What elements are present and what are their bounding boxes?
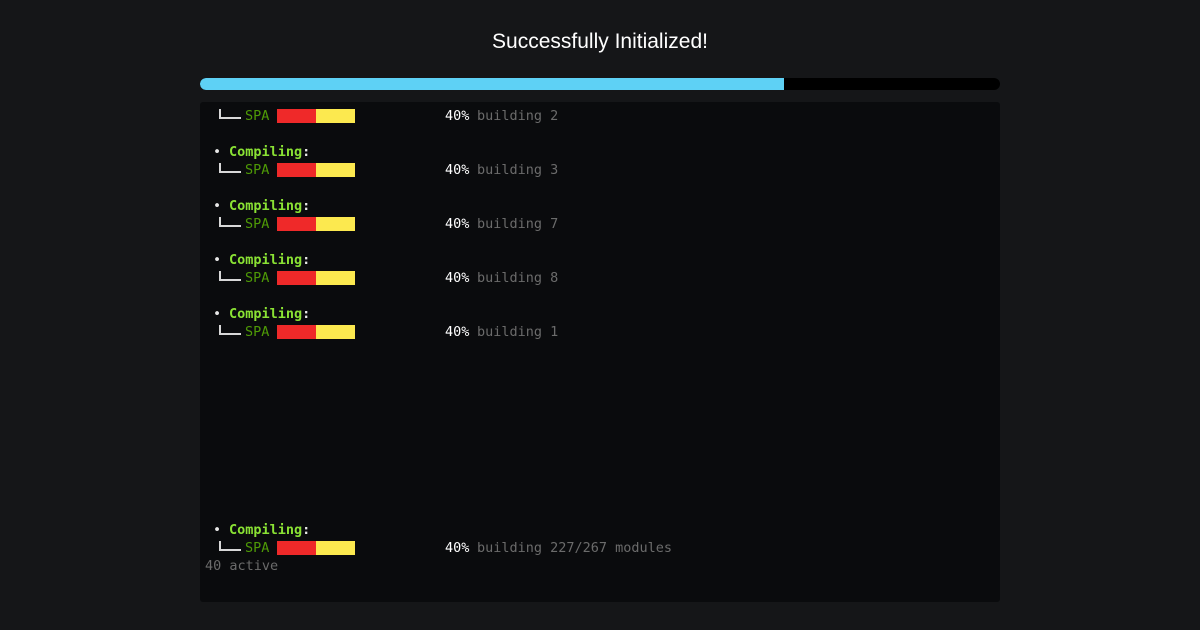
active-count: 40 active — [205, 558, 279, 574]
terminal-output[interactable]: 40 active SPA 40% building 2 • Compiling: SPA… — [200, 102, 1000, 602]
entry-progress-fill — [277, 541, 316, 555]
bullet: • — [213, 252, 222, 268]
bullet: • — [213, 198, 222, 214]
compiling-text: Compiling — [229, 522, 303, 538]
compiling-colon: : — [302, 144, 311, 160]
entry-status: building 3 — [477, 162, 559, 178]
entry-progress-bar — [277, 325, 355, 339]
compiling-text: Compiling — [229, 252, 303, 268]
entry-status: building 7 — [477, 216, 559, 232]
entry-progress-bar — [277, 109, 355, 123]
tree-branch-icon — [217, 269, 241, 287]
compiling-text: Compiling — [229, 198, 303, 214]
entry-progress-fill — [277, 325, 316, 339]
build-entry-row: SPA 40% building 227/267 modules — [200, 539, 1000, 557]
compiling-heading: • Compiling: — [200, 143, 1000, 161]
compiling-label: Compiling: — [229, 251, 310, 269]
entry-progress-bar — [277, 271, 355, 285]
overall-progress-fill — [200, 78, 784, 90]
entry-status: building 227/267 modules — [477, 540, 673, 556]
entry-name: SPA — [245, 108, 270, 124]
entry-progress-fill — [277, 271, 316, 285]
compiling-heading: • Compiling: — [200, 305, 1000, 323]
build-entry-row: SPA 40% building 3 — [200, 161, 1000, 179]
entry-progress-fill — [277, 217, 316, 231]
entry-progress-bar — [277, 541, 355, 555]
bullet: • — [213, 306, 222, 322]
tree-branch-icon — [217, 107, 241, 125]
entry-name: SPA — [245, 540, 270, 556]
compiling-label: Compiling: — [229, 143, 310, 161]
tree-branch-icon — [217, 539, 241, 557]
compiling-label: Compiling: — [229, 305, 310, 323]
compiling-heading: • Compiling: — [200, 251, 1000, 269]
compiling-heading: • Compiling: — [200, 521, 1000, 539]
entry-name: SPA — [245, 216, 270, 232]
entry-progress-bar — [277, 163, 355, 177]
entry-percent: 40% — [445, 540, 470, 556]
build-entry-row: SPA 40% building 7 — [200, 215, 1000, 233]
entry-percent: 40% — [445, 216, 470, 232]
compiling-label: Compiling: — [229, 521, 310, 539]
tree-branch-icon — [217, 161, 241, 179]
compiling-label: Compiling: — [229, 197, 310, 215]
entry-name: SPA — [245, 270, 270, 286]
entry-status: building 8 — [477, 270, 559, 286]
entry-percent: 40% — [445, 162, 470, 178]
entry-progress-fill — [277, 163, 316, 177]
bullet: • — [213, 522, 222, 538]
entry-status: building 1 — [477, 324, 559, 340]
compiling-colon: : — [302, 522, 311, 538]
entry-progress-fill — [277, 109, 316, 123]
compiling-heading: • Compiling: — [200, 197, 1000, 215]
build-entry-row: SPA 40% building 2 — [200, 107, 1000, 125]
tree-branch-icon — [217, 323, 241, 341]
compiling-colon: : — [302, 306, 311, 322]
page-title: Successfully Initialized! — [492, 30, 708, 53]
entry-percent: 40% — [445, 270, 470, 286]
compiling-colon: : — [302, 198, 311, 214]
compiling-colon: : — [302, 252, 311, 268]
bullet: • — [213, 144, 222, 160]
entry-progress-bar — [277, 217, 355, 231]
entry-percent: 40% — [445, 108, 470, 124]
entry-status: building 2 — [477, 108, 559, 124]
compiling-text: Compiling — [229, 144, 303, 160]
entry-name: SPA — [245, 324, 270, 340]
entry-percent: 40% — [445, 324, 470, 340]
compiling-text: Compiling — [229, 306, 303, 322]
overall-progress-bar — [200, 78, 1000, 90]
tree-branch-icon — [217, 215, 241, 233]
build-entry-row: SPA 40% building 8 — [200, 269, 1000, 287]
build-entry-row: SPA 40% building 1 — [200, 323, 1000, 341]
entry-name: SPA — [245, 162, 270, 178]
